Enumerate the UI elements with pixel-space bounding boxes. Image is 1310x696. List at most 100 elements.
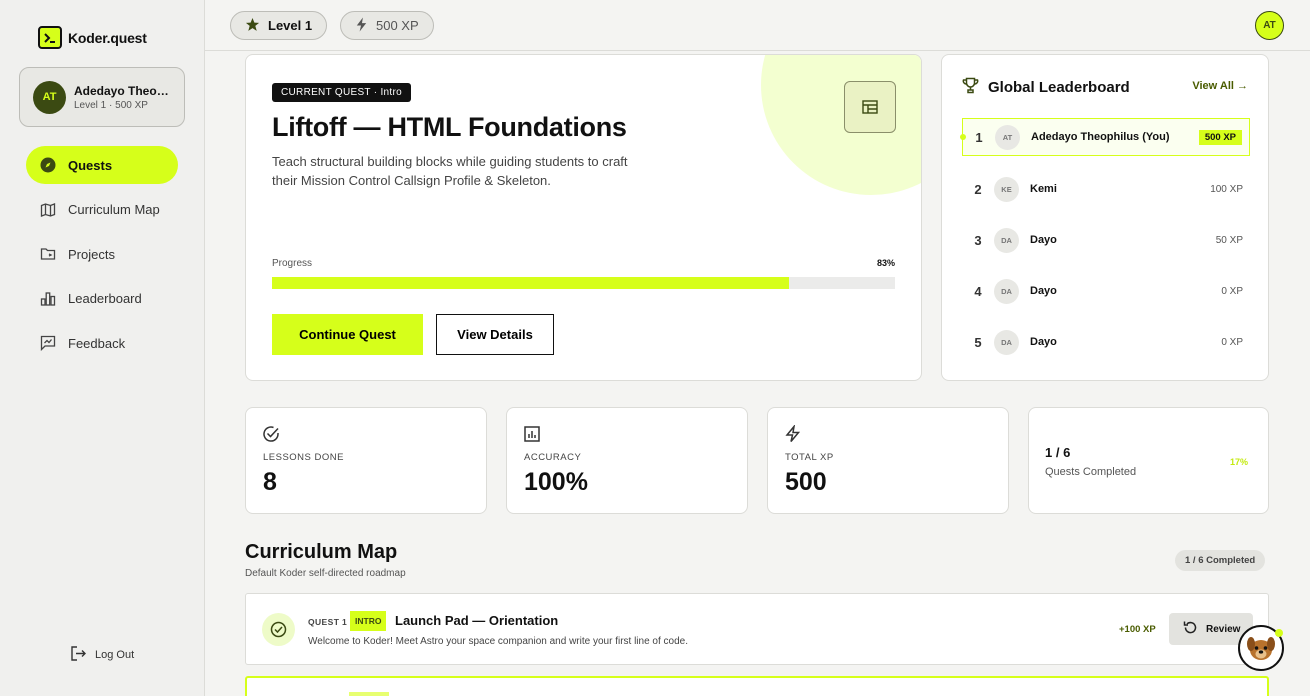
completed-badge: 1 / 6 Completed [1175, 550, 1266, 571]
sidebar-item-label: Quests [68, 157, 113, 173]
sidebar-item-feedback[interactable]: Feedback [26, 324, 178, 362]
player-xp: 0 XP [1221, 285, 1243, 297]
check-circle-icon [262, 425, 280, 443]
trophy-icon [962, 77, 979, 98]
avatar: KE [994, 176, 1019, 202]
quest-tag: INTRO [350, 611, 387, 631]
avatar: DA [994, 278, 1019, 304]
quest-list-item[interactable] [245, 676, 1269, 696]
logout-label: Log Out [95, 649, 135, 661]
view-all-link[interactable]: View All → [1192, 80, 1248, 92]
brand-name: Koder.quest [68, 29, 147, 46]
leaderboard-header: Global Leaderboard [962, 77, 1130, 98]
player-xp: 50 XP [1215, 234, 1243, 246]
stat-card-accuracy: ACCURACY 100% [506, 407, 748, 514]
terminal-icon [38, 26, 62, 49]
chart-box-icon [523, 425, 541, 443]
leaderboard-row[interactable]: 3 DA Dayo 50 XP [962, 221, 1250, 259]
progress-bar [272, 277, 895, 289]
sidebar-item-leaderboard[interactable]: Leaderboard [26, 280, 178, 318]
progress-bar-fill [272, 277, 790, 289]
quest-description: Welcome to Koder! Meet Astro your space … [308, 636, 688, 647]
quest-number: QUEST 1 [308, 617, 348, 627]
brand-logo[interactable]: Koder.quest [38, 26, 147, 49]
logout-button[interactable]: Log Out [70, 645, 134, 665]
quest-tag [349, 692, 389, 696]
dog-mascot-icon [1247, 637, 1275, 660]
sidebar-nav: Quests Curriculum Map Projects Leaderboa… [26, 146, 178, 369]
leaderboard-row[interactable]: 2 KE Kemi 100 XP [962, 170, 1250, 208]
quests-completed-percent: 17% [1229, 457, 1248, 467]
player-xp: 500 XP [1198, 129, 1242, 145]
quest-list-item[interactable]: QUEST 1 INTRO Launch Pad — Orientation W… [245, 593, 1269, 665]
stat-card-quests-completed: 1 / 6 Quests Completed 17% [1028, 407, 1269, 514]
layout-icon-button[interactable] [844, 81, 896, 133]
player-name: Adedayo Theophilus (You) [1031, 131, 1170, 143]
player-name: Dayo [1030, 285, 1057, 297]
sidebar-item-projects[interactable]: Projects [26, 235, 178, 273]
player-name: Dayo [1030, 234, 1057, 246]
quests-completed-value: 1 / 6 [1045, 445, 1071, 460]
stat-value: 100% [524, 468, 588, 496]
decorative-glow [761, 55, 921, 195]
quest-title: Liftoff — HTML Foundations [272, 112, 627, 142]
sidebar-item-label: Projects [68, 246, 115, 262]
leaderboard-row[interactable]: 1 AT Adedayo Theophilus (You) 500 XP [960, 118, 1250, 156]
rank: 3 [974, 232, 982, 248]
stat-label: ACCURACY [524, 452, 582, 463]
check-circle-icon [262, 613, 295, 646]
stat-label: LESSONS DONE [263, 452, 344, 463]
online-indicator [1275, 629, 1283, 637]
profile-name: Adedayo Theophilus [74, 83, 174, 98]
review-label: Review [1206, 623, 1241, 635]
curriculum-title: Curriculum Map [245, 541, 398, 563]
player-xp: 100 XP [1210, 183, 1243, 195]
sidebar-item-label: Curriculum Map [68, 202, 160, 217]
rank: 5 [974, 334, 982, 350]
progress-percent: 83% [876, 258, 895, 268]
sidebar: Koder.quest AT Adedayo Theophilus Level … [0, 0, 205, 696]
rank: 2 [974, 181, 982, 197]
lightning-icon [784, 423, 802, 443]
lightning-icon [355, 16, 368, 35]
stat-card-total-xp: TOTAL XP 500 [767, 407, 1009, 514]
sidebar-item-label: Leaderboard [68, 291, 142, 306]
folder-icon [40, 246, 56, 262]
quest-badge: CURRENT QUEST · Intro [272, 83, 411, 102]
avatar: AT [33, 80, 66, 114]
player-xp: 0 XP [1221, 336, 1243, 348]
refresh-icon [1183, 620, 1198, 638]
avatar: DA [994, 227, 1019, 253]
stat-value: 500 [785, 468, 827, 496]
current-quest-card: CURRENT QUEST · Intro Liftoff — HTML Fou… [245, 54, 922, 381]
level-chip[interactable]: Level 1 [230, 11, 328, 40]
leaderboard-title: Global Leaderboard [988, 79, 1130, 96]
companion-button[interactable] [1238, 625, 1284, 671]
current-user-indicator [960, 134, 966, 140]
progress-label: Progress [272, 258, 313, 269]
sidebar-item-label: Feedback [68, 335, 126, 351]
feedback-icon [40, 335, 56, 351]
sidebar-item-quests[interactable]: Quests [26, 146, 178, 184]
continue-quest-button[interactable]: Continue Quest [272, 314, 423, 355]
avatar: AT [995, 124, 1020, 150]
profile-subtitle: Level 1 · 500 XP [74, 99, 148, 111]
user-avatar[interactable]: AT [1255, 11, 1284, 40]
leaderboard-row[interactable]: 4 DA Dayo 0 XP [962, 272, 1250, 310]
quest-xp: +100 XP [1119, 624, 1156, 635]
star-icon [245, 17, 260, 35]
player-name: Dayo [1030, 336, 1057, 348]
xp-chip[interactable]: 500 XP [340, 11, 434, 40]
map-icon [40, 202, 56, 218]
avatar: DA [994, 329, 1019, 355]
stat-value: 8 [263, 468, 277, 496]
stat-label: TOTAL XP [785, 452, 834, 463]
quest-description: Teach structural building blocks while g… [272, 154, 628, 188]
stat-card-lessons: LESSONS DONE 8 [245, 407, 487, 514]
profile-card[interactable]: AT Adedayo Theophilus Level 1 · 500 XP [19, 67, 185, 127]
sidebar-item-curriculum-map[interactable]: Curriculum Map [26, 191, 178, 229]
logout-icon [70, 645, 87, 665]
leaderboard-row[interactable]: 5 DA Dayo 0 XP [962, 323, 1250, 361]
leaderboard-card: Global Leaderboard View All → 1 AT Adeda… [941, 54, 1269, 381]
view-details-button[interactable]: View Details [436, 314, 554, 355]
